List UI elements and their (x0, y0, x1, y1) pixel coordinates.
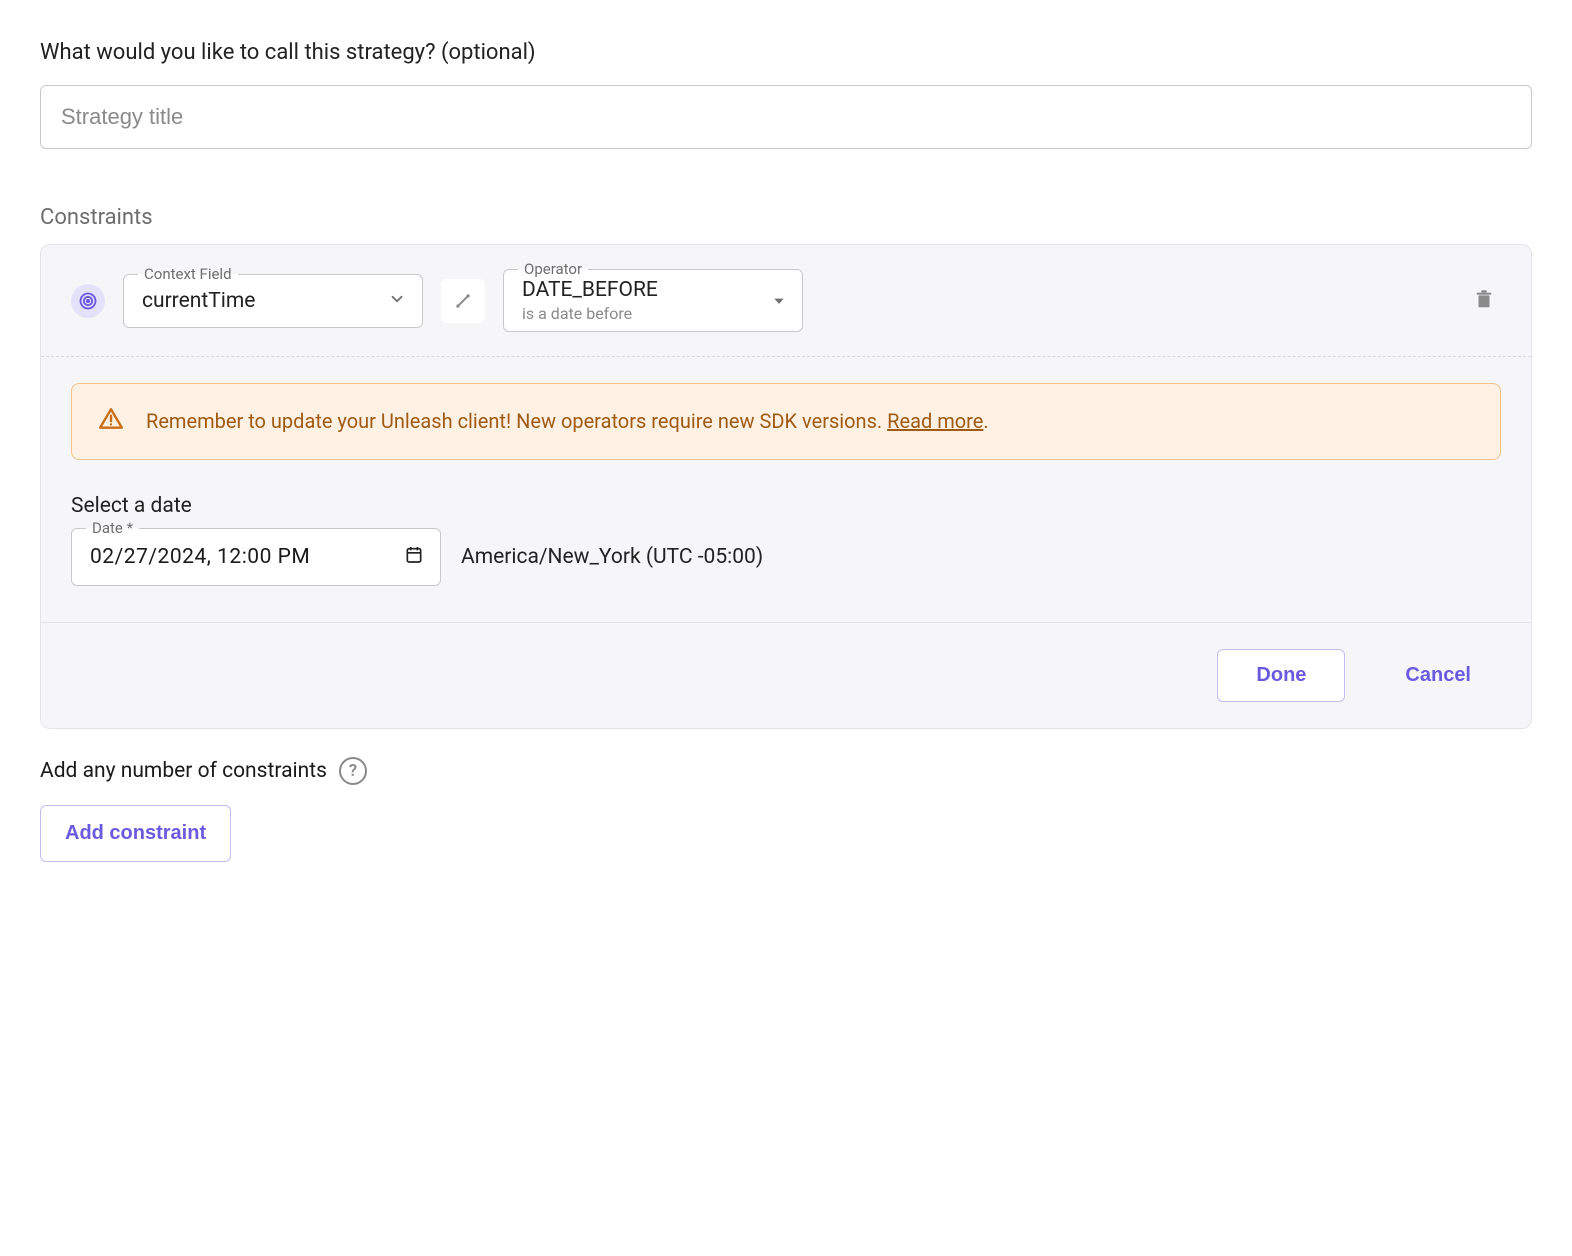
read-more-link[interactable]: Read more (887, 409, 983, 433)
constraint-card: Context Field currentTime Operator DATE_… (40, 244, 1532, 729)
constraints-section-label: Constraints (40, 205, 1532, 230)
constraint-footer: Done Cancel (41, 622, 1531, 728)
target-icon (71, 284, 105, 318)
add-constraint-button[interactable]: Add constraint (40, 805, 231, 862)
delete-constraint-button[interactable] (1467, 282, 1501, 319)
helper-text: Add any number of constraints (40, 759, 327, 783)
date-legend: Date * (86, 519, 139, 537)
strategy-name-input[interactable] (40, 85, 1532, 149)
context-field-select[interactable]: Context Field currentTime (123, 274, 423, 328)
caret-down-icon (772, 289, 786, 313)
constraint-body: Remember to update your Unleash client! … (41, 357, 1531, 622)
strategy-name-label: What would you like to call this strateg… (40, 40, 1532, 65)
warning-icon (98, 406, 124, 437)
date-value: 02/27/2024, 12:00 PM (90, 545, 390, 569)
case-sensitivity-toggle[interactable] (441, 279, 485, 323)
chevron-down-icon (388, 289, 406, 313)
alert-text: Remember to update your Unleash client! … (146, 406, 989, 437)
date-input[interactable]: Date * 02/27/2024, 12:00 PM (71, 528, 441, 586)
operator-legend: Operator (518, 260, 588, 278)
constraint-header: Context Field currentTime Operator DATE_… (41, 245, 1531, 357)
date-section-label: Select a date (71, 494, 1501, 518)
timezone-text: America/New_York (UTC -05:00) (461, 545, 763, 569)
operator-select[interactable]: Operator DATE_BEFORE is a date before (503, 269, 803, 332)
operator-value: DATE_BEFORE (522, 278, 752, 302)
helper-row: Add any number of constraints ? (40, 757, 1532, 785)
cancel-button[interactable]: Cancel (1385, 650, 1491, 701)
calendar-icon (404, 545, 424, 570)
context-field-legend: Context Field (138, 265, 238, 283)
help-icon[interactable]: ? (339, 757, 367, 785)
operator-sublabel: is a date before (522, 304, 752, 323)
done-button[interactable]: Done (1217, 649, 1345, 702)
sdk-warning-alert: Remember to update your Unleash client! … (71, 383, 1501, 460)
trash-icon (1473, 298, 1495, 313)
context-field-value: currentTime (142, 289, 372, 313)
